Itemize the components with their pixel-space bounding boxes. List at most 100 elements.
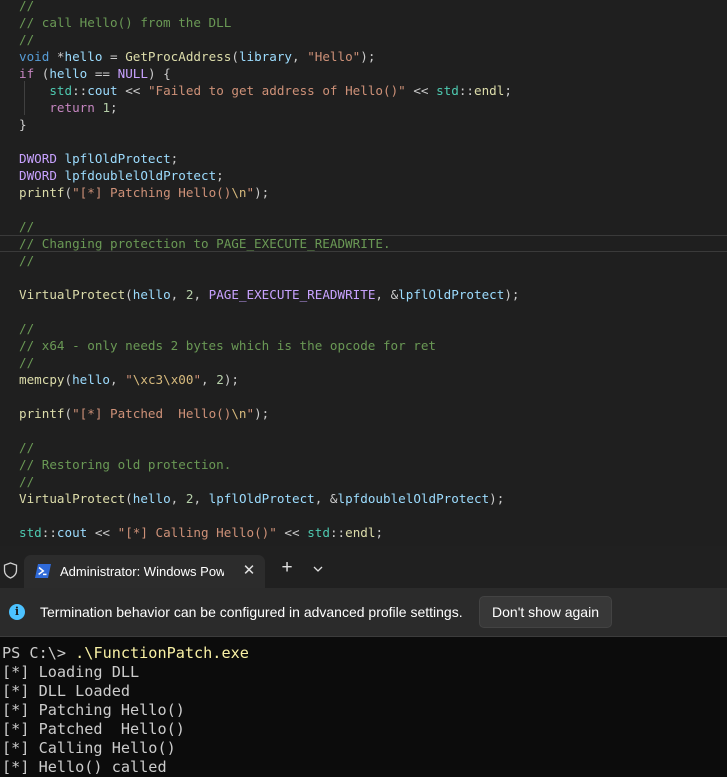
code-token: (: [231, 49, 239, 64]
code-token: <<: [405, 83, 437, 98]
code-token: cout: [87, 83, 118, 98]
close-icon[interactable]: ✕: [242, 563, 256, 579]
code-token: ==: [87, 66, 118, 81]
code-token: lpfdoublelOldProtect: [64, 168, 217, 183]
info-bar: i Termination behavior can be configured…: [0, 588, 727, 637]
code-line: //: [19, 320, 34, 337]
code-line: //: [19, 252, 34, 269]
code-token: // Changing protection to PAGE_EXECUTE_R…: [19, 236, 391, 251]
code-line: // Restoring old protection.: [19, 456, 231, 473]
code-token: // call Hello() from the DLL: [19, 15, 232, 30]
new-tab-button[interactable]: +: [275, 557, 299, 581]
code-token: 2: [216, 372, 224, 387]
info-icon: i: [9, 604, 25, 620]
code-token: );: [360, 49, 376, 64]
code-token: );: [504, 287, 520, 302]
code-token: // x64 - only needs 2 bytes which is the…: [19, 338, 437, 353]
code-token: "[*] Patched Hello(): [72, 406, 232, 421]
terminal-output[interactable]: PS C:\> .\FunctionPatch.exe [*] Loading …: [0, 637, 727, 777]
code-token: library: [238, 49, 293, 64]
code-token: //: [19, 321, 35, 336]
code-token: printf: [19, 185, 65, 200]
code-token: ": [193, 372, 202, 387]
code-token: return: [49, 100, 95, 115]
output-line: [*] Loading DLL: [2, 663, 140, 681]
code-token: (: [125, 287, 133, 302]
code-token: //: [19, 32, 35, 47]
code-token: , &: [375, 287, 399, 302]
code-line: //: [19, 473, 34, 490]
code-token: ;: [504, 83, 512, 98]
code-editor[interactable]: //// call Hello() from the DLL//void *he…: [0, 0, 727, 546]
code-token: );: [254, 406, 270, 421]
code-token: ,: [201, 372, 217, 387]
code-token: //: [19, 474, 35, 489]
code-token: ;: [375, 525, 384, 540]
code-token: //: [19, 0, 35, 13]
code-line: //: [19, 0, 34, 14]
code-token: \n: [231, 185, 247, 200]
code-token: endl: [474, 83, 505, 98]
code-token: \n: [231, 406, 247, 421]
code-token: VirtualProtect: [19, 287, 126, 302]
code-line: void *hello = GetProcAddress(library, "H…: [19, 48, 375, 65]
code-token: PAGE_EXECUTE_READWRITE: [208, 287, 376, 302]
code-token: "[*] Calling Hello()": [117, 525, 277, 540]
code-line: DWORD lpflOldProtect;: [19, 150, 178, 167]
code-token: (: [125, 491, 133, 506]
code-token: ,: [170, 287, 186, 302]
code-token: endl: [345, 525, 376, 540]
tab-powershell[interactable]: Administrator: Windows PowerShell ✕: [24, 555, 265, 588]
code-token: lpflOldProtect: [398, 287, 505, 302]
code-token: //: [19, 219, 35, 234]
code-token: (: [64, 372, 73, 387]
code-token: std: [307, 525, 330, 540]
code-token: std: [436, 83, 459, 98]
output-line: [*] DLL Loaded: [2, 682, 131, 700]
code-token: <<: [117, 83, 148, 98]
code-token: NULL: [117, 66, 148, 81]
code-token: ": [246, 406, 255, 421]
code-token: , &: [314, 491, 338, 506]
code-token: (: [64, 406, 73, 421]
code-token: ,: [193, 287, 209, 302]
code-token: lpflOldProtect: [208, 491, 315, 506]
code-token: );: [489, 491, 505, 506]
code-line: printf("[*] Patching Hello()\n");: [19, 184, 269, 201]
code-token: ::: [72, 83, 88, 98]
code-token: );: [254, 185, 270, 200]
code-token: GetProcAddress: [125, 49, 232, 64]
dont-show-again-button[interactable]: Don't show again: [479, 596, 612, 628]
code-token: ,: [170, 491, 186, 506]
code-token: DWORD: [19, 168, 57, 183]
shield-icon: [3, 562, 18, 579]
code-token: DWORD: [19, 151, 57, 166]
code-token: hello: [132, 287, 171, 302]
code-token: ;: [110, 100, 118, 115]
code-line: std::cout << "Failed to get address of H…: [19, 82, 512, 99]
info-message: Termination behavior can be configured i…: [40, 604, 463, 620]
code-token: //: [19, 440, 35, 455]
code-token: lpflOldProtect: [64, 151, 171, 166]
code-token: if: [19, 66, 35, 81]
code-token: std: [19, 525, 42, 540]
code-token: ": [246, 185, 255, 200]
code-token: (: [64, 185, 73, 200]
code-line: }: [19, 116, 27, 133]
code-line: // call Hello() from the DLL: [19, 14, 231, 31]
code-token: 1: [102, 100, 111, 115]
code-token: ,: [193, 491, 209, 506]
code-token: // Restoring old protection.: [19, 457, 232, 472]
command-text: .\FunctionPatch.exe: [75, 644, 249, 662]
output-line: [*] Calling Hello(): [2, 739, 176, 757]
code-token: cout: [56, 525, 88, 540]
code-line: //: [19, 218, 34, 235]
code-line: //: [19, 31, 34, 48]
output-line: [*] Patching Hello(): [2, 701, 185, 719]
code-line: //: [19, 439, 34, 456]
code-token: }: [19, 117, 27, 132]
chevron-down-icon[interactable]: [306, 558, 330, 580]
